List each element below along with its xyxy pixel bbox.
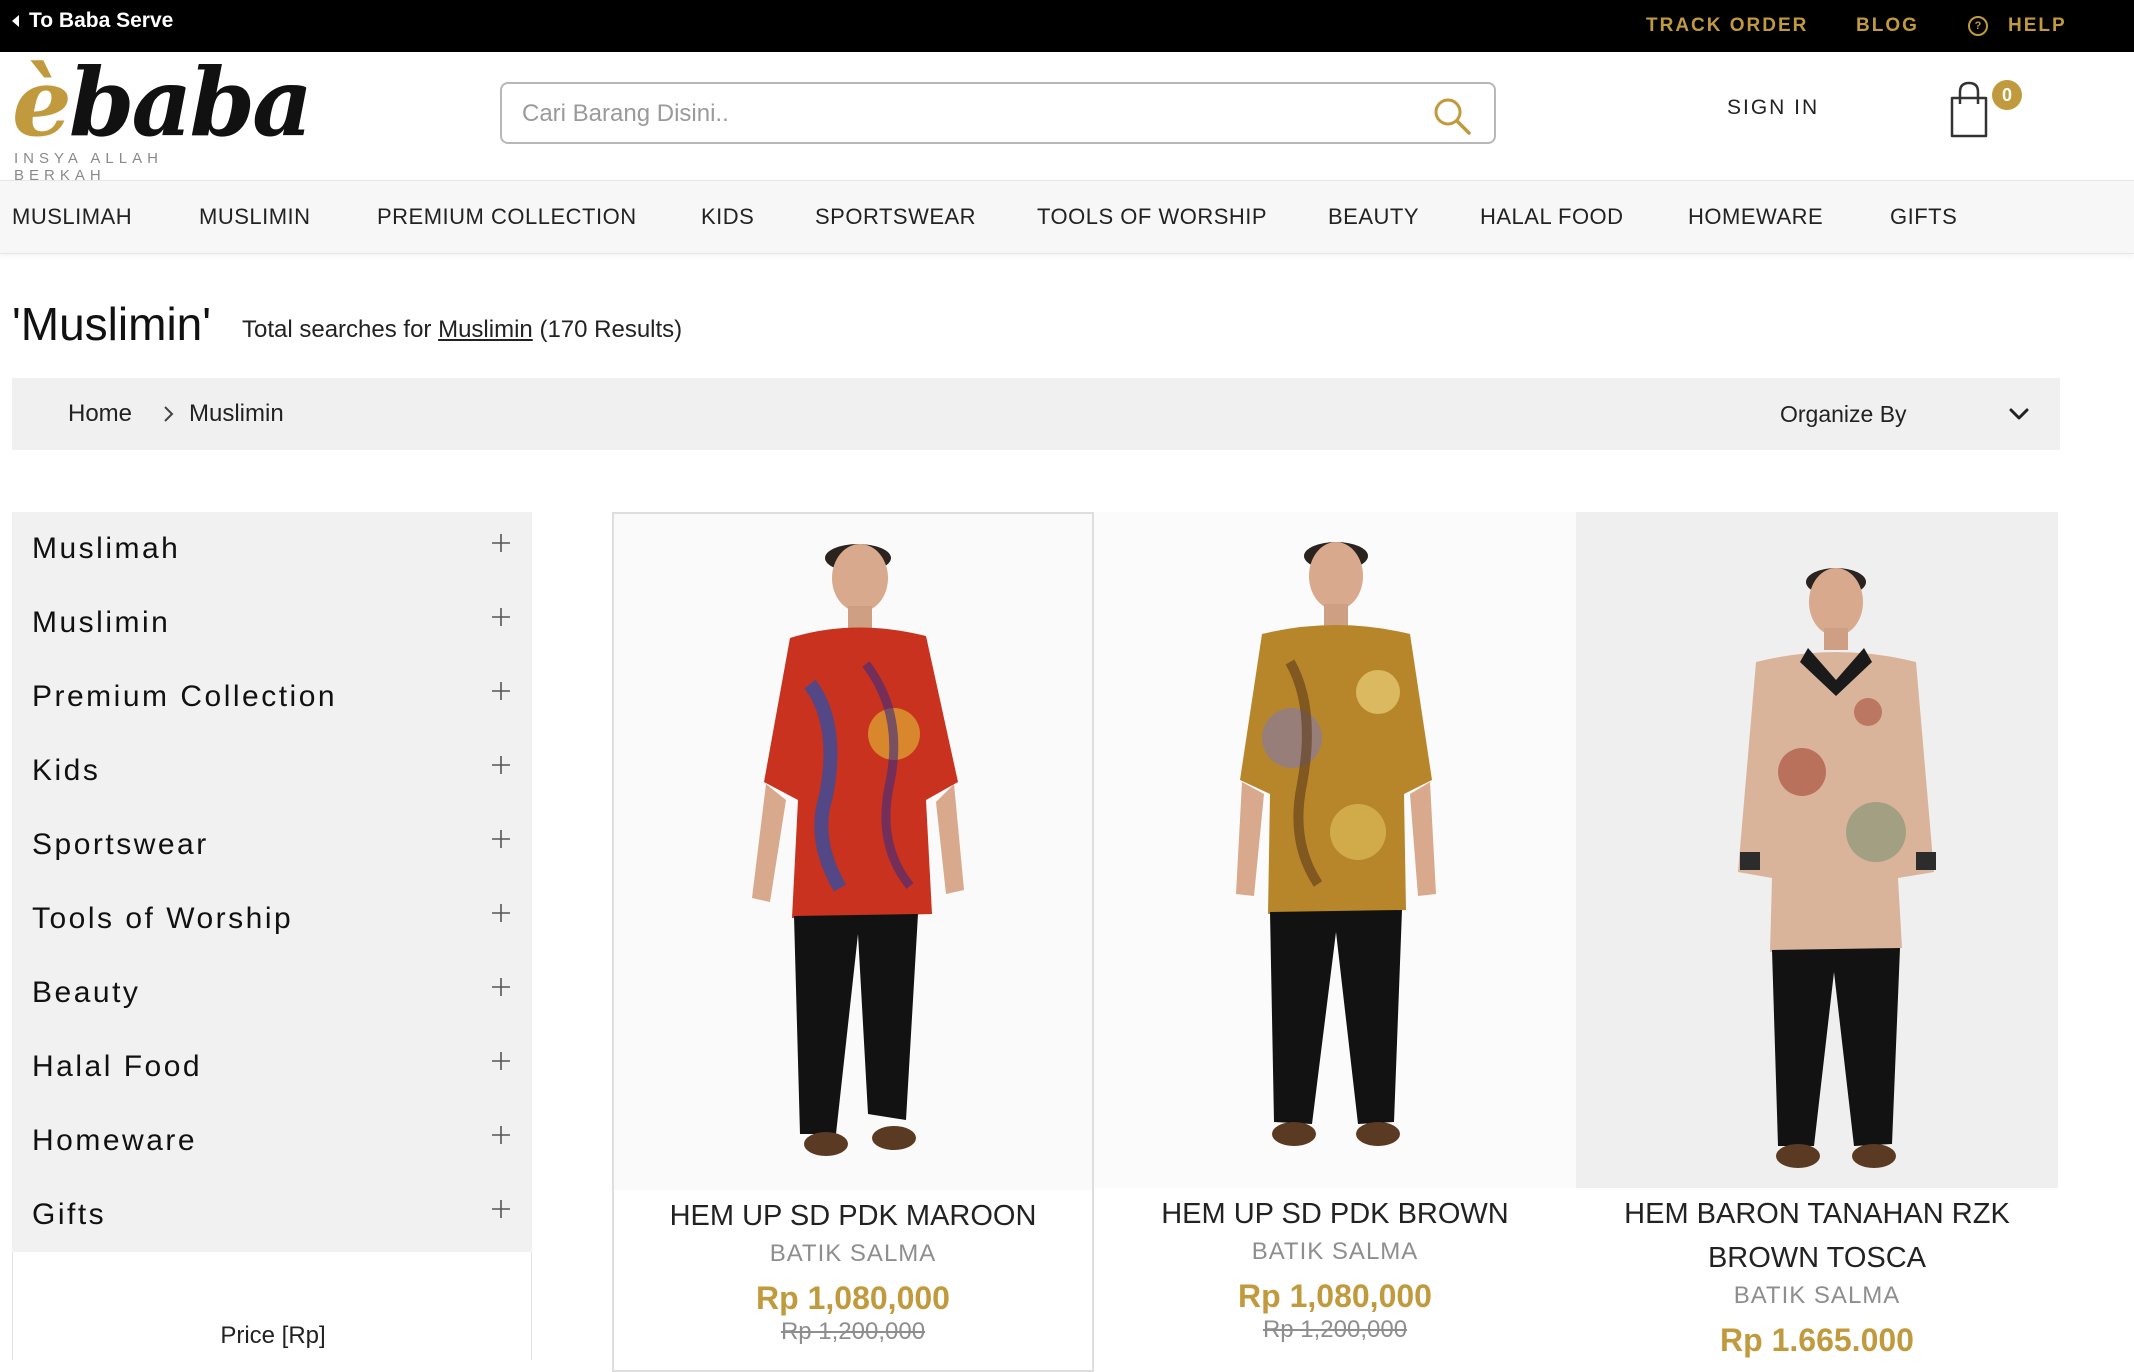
sidebar-category-label: Premium Collection [32, 680, 338, 713]
nav-item-sportswear[interactable]: SPORTSWEAR [815, 181, 976, 253]
sidebar-category-label: Tools of Worship [32, 902, 294, 935]
breadcrumb-current: Muslimin [189, 400, 284, 427]
product-original-price: Rp 1,200,000 [780, 1318, 926, 1345]
cart-count-badge: 0 [1992, 80, 2022, 110]
plus-icon[interactable] [490, 1198, 512, 1220]
plus-icon[interactable] [490, 754, 512, 776]
product-brand: BATIK SALMA [1733, 1282, 1901, 1309]
search-box [500, 82, 1496, 144]
product-brand: BATIK SALMA [1251, 1238, 1419, 1265]
nav-item-muslimin[interactable]: MUSLIMIN [199, 181, 311, 253]
plus-icon[interactable] [490, 680, 512, 702]
product-price: Rp 1,080,000 [1238, 1278, 1432, 1314]
help-label: HELP [2008, 15, 2067, 36]
plus-icon[interactable] [490, 606, 512, 628]
nav-item-premium-collection[interactable]: PREMIUM COLLECTION [377, 181, 637, 253]
sidebar-category-sportswear[interactable]: Sportswear [12, 808, 532, 882]
product-brand: BATIK SALMA [769, 1240, 937, 1267]
product-price: Rp 1.665.000 [1720, 1322, 1914, 1358]
ebaba-logo[interactable]: èbaba INSYA ALLAH BERKAH [12, 56, 313, 184]
nav-item-homeware[interactable]: HOMEWARE [1688, 181, 1823, 253]
results-summary-prefix: Total searches for [242, 316, 439, 343]
product-card[interactable]: HEM UP SD PDK MAROON BATIK SALMA Rp 1,08… [612, 512, 1094, 1372]
help-circle-icon: ? [1968, 16, 1988, 36]
back-caret-icon [12, 15, 19, 27]
sign-in-link[interactable]: SIGN IN [1727, 96, 1819, 120]
cart-button[interactable]: 0 [1948, 80, 2028, 150]
plus-icon[interactable] [490, 976, 512, 998]
sidebar-category-homeware[interactable]: Homeware [12, 1104, 532, 1178]
sidebar-category-muslimah[interactable]: Muslimah [12, 512, 532, 586]
sidebar-category-label: Halal Food [32, 1050, 203, 1083]
top-bar: To Baba Serve TRACK ORDER BLOG ? HELP [0, 0, 2134, 52]
results-count: (170 Results) [532, 316, 683, 343]
sidebar-category-label: Muslimin [32, 606, 171, 639]
blog-link[interactable]: BLOG [1856, 0, 1919, 52]
product-image[interactable] [614, 514, 1092, 1190]
product-image[interactable] [1094, 512, 1576, 1188]
results-summary: Total searches for Muslimin (170 Results… [242, 316, 682, 344]
nav-item-tools-of-worship[interactable]: TOOLS OF WORSHIP [1037, 181, 1267, 253]
product-name-line-2[interactable]: BROWN TOSCA [1576, 1236, 2058, 1280]
sidebar-category-label: Beauty [32, 976, 141, 1009]
chevron-down-icon[interactable] [2008, 404, 2030, 424]
plus-icon[interactable] [490, 532, 512, 554]
results-query-link[interactable]: Muslimin [438, 316, 533, 343]
sidebar-category-label: Gifts [32, 1198, 107, 1231]
product-price: Rp 1,080,000 [756, 1280, 950, 1316]
plus-icon[interactable] [490, 1050, 512, 1072]
shopping-bag-icon [1950, 81, 1988, 138]
organize-by-dropdown[interactable]: Organize By [1780, 378, 1907, 450]
nav-item-beauty[interactable]: BEAUTY [1328, 181, 1419, 253]
plus-icon[interactable] [490, 828, 512, 850]
nav-item-halal-food[interactable]: HALAL FOOD [1480, 181, 1624, 253]
chevron-right-icon [164, 406, 174, 422]
sidebar-category-gifts[interactable]: Gifts [12, 1178, 532, 1252]
sidebar-category-muslimin[interactable]: Muslimin [12, 586, 532, 660]
product-card[interactable]: HEM UP SD PDK BROWN BATIK SALMA Rp 1,080… [1094, 512, 1576, 1372]
breadcrumb-home[interactable]: Home [68, 378, 132, 450]
sidebar-category-beauty[interactable]: Beauty [12, 956, 532, 1030]
nav-item-gifts[interactable]: GIFTS [1890, 181, 1957, 253]
back-label: To Baba Serve [29, 9, 174, 32]
back-to-baba-serve-link[interactable]: To Baba Serve [12, 0, 173, 42]
logo-wordmark: èbaba [12, 48, 313, 158]
product-card[interactable]: HEM BARON TANAHAN RZK BROWN TOSCA BATIK … [1576, 512, 2058, 1372]
product-name[interactable]: HEM BARON TANAHAN RZK [1576, 1192, 2058, 1236]
plus-icon[interactable] [490, 902, 512, 924]
price-filter-label: Price [Rp] [220, 1322, 326, 1349]
sidebar-category-label: Muslimah [32, 532, 181, 565]
product-name[interactable]: HEM UP SD PDK BROWN [1094, 1192, 1576, 1236]
sidebar-category-label: Kids [32, 754, 101, 787]
product-original-price: Rp 1,200,000 [1262, 1316, 1408, 1343]
sidebar-category-tools-of-worship[interactable]: Tools of Worship [12, 882, 532, 956]
search-input[interactable] [520, 84, 1424, 144]
sidebar-category-halal-food[interactable]: Halal Food [12, 1030, 532, 1104]
sidebar-category-label: Sportswear [32, 828, 209, 861]
search-query-title: 'Muslimin' [12, 298, 212, 350]
price-filter-panel: Price [Rp] [12, 1252, 532, 1360]
breadcrumb-bar: Home Muslimin Organize By [12, 378, 2060, 450]
product-name[interactable]: HEM UP SD PDK MAROON [614, 1194, 1092, 1238]
logo-tagline: INSYA ALLAH BERKAH [14, 150, 163, 184]
help-link[interactable]: ? HELP [1968, 0, 2067, 52]
track-order-link[interactable]: TRACK ORDER [1646, 0, 1808, 52]
nav-item-muslimah[interactable]: MUSLIMAH [12, 181, 132, 253]
main-nav: MUSLIMAH MUSLIMIN PREMIUM COLLECTION KID… [0, 180, 2134, 254]
search-icon[interactable] [1432, 96, 1472, 136]
plus-icon[interactable] [490, 1124, 512, 1146]
product-image[interactable] [1576, 512, 2058, 1188]
sidebar-category-label: Homeware [32, 1124, 198, 1157]
nav-item-kids[interactable]: KIDS [701, 181, 754, 253]
sidebar-category-premium-collection[interactable]: Premium Collection [12, 660, 532, 734]
category-sidebar: Muslimah Muslimin Premium Collection Kid… [12, 512, 532, 1252]
sidebar-category-kids[interactable]: Kids [12, 734, 532, 808]
